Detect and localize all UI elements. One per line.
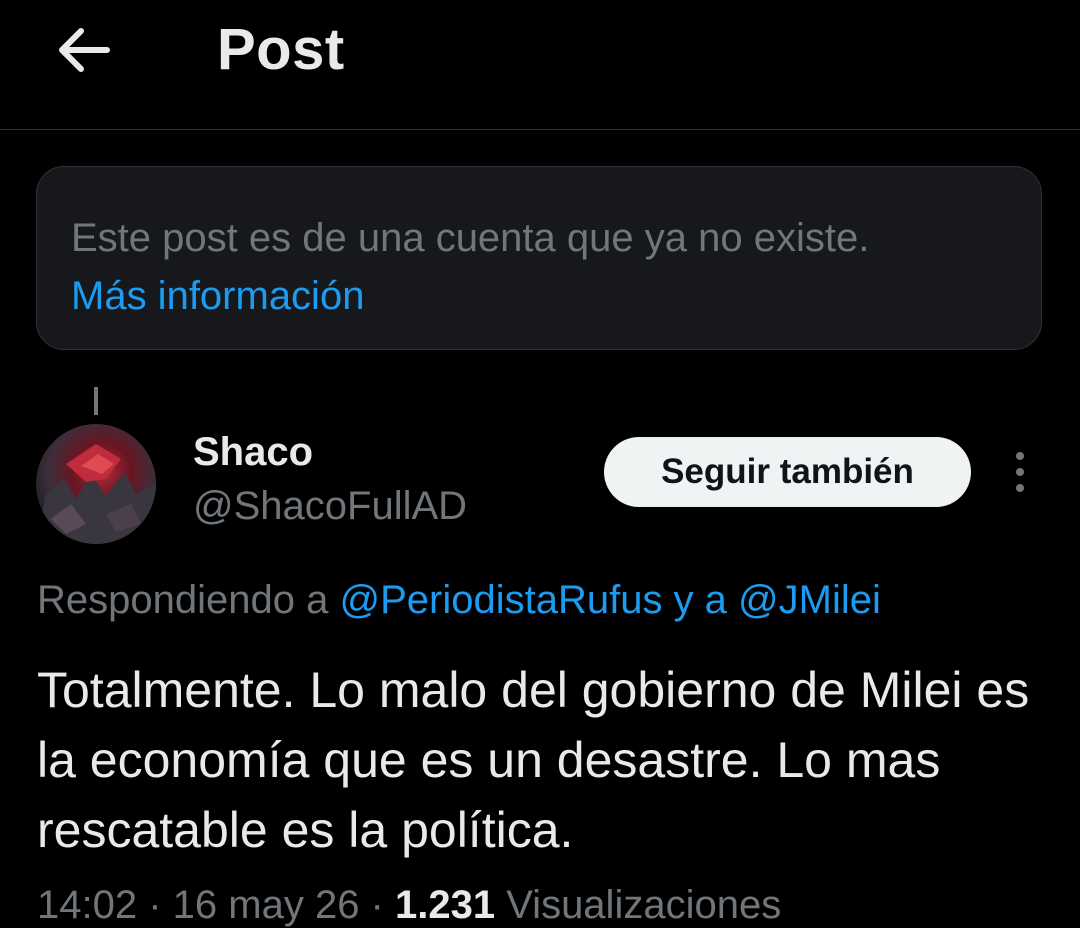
follow-button[interactable]: Seguir también — [604, 437, 971, 507]
back-button[interactable] — [52, 18, 116, 82]
meta-separator: · — [137, 883, 173, 927]
meta-separator: · — [359, 883, 395, 927]
post-date[interactable]: 16 may 26 — [173, 883, 360, 927]
avatar[interactable] — [36, 424, 156, 544]
post-meta: 14:02 · 16 may 26 · 1.231 Visualizacione… — [37, 883, 781, 928]
page-title: Post — [217, 17, 345, 82]
more-info-link[interactable]: Más información — [71, 267, 1007, 325]
more-options-button[interactable] — [1000, 446, 1040, 498]
deleted-account-notice: Este post es de una cuenta que ya no exi… — [36, 166, 1042, 350]
top-bar: Post — [0, 0, 1080, 130]
arrow-left-icon — [59, 28, 110, 72]
post-time[interactable]: 14:02 — [37, 883, 137, 927]
replying-to: Respondiendo a @PeriodistaRufus y a @JMi… — [37, 578, 881, 623]
replying-to-connector: y a — [662, 578, 739, 622]
views-count: 1.231 — [394, 883, 496, 927]
mention-link[interactable]: @JMilei — [738, 578, 881, 622]
views-label: Visualizaciones — [506, 883, 782, 927]
notice-text: Este post es de una cuenta que ya no exi… — [71, 216, 870, 260]
mention-link[interactable]: @PeriodistaRufus — [339, 578, 662, 622]
post-text: Totalmente. Lo malo del gobierno de Mile… — [37, 662, 1030, 858]
thread-connector — [94, 387, 98, 415]
author-name[interactable]: Shaco — [193, 430, 313, 475]
replying-to-prefix: Respondiendo a — [37, 578, 340, 622]
more-vertical-icon — [1016, 452, 1024, 460]
avatar-image — [36, 444, 156, 544]
author-handle[interactable]: @ShacoFullAD — [193, 484, 467, 529]
